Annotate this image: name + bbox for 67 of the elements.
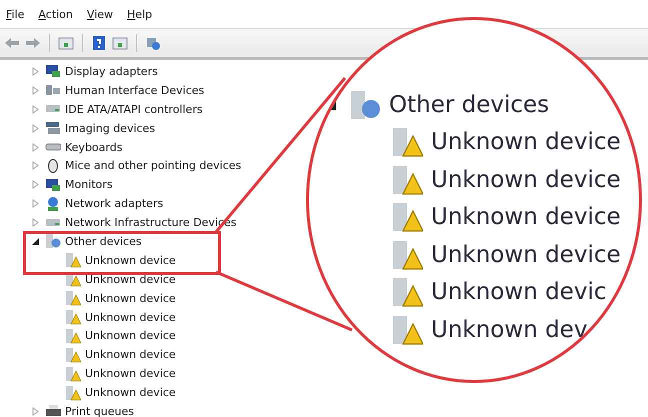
tree-item[interactable]: Unknown device (85, 272, 176, 286)
tree-item[interactable]: Human Interface Devices (65, 84, 204, 97)
tree-item[interactable]: Print queues (65, 404, 134, 417)
window-icon[interactable] (58, 35, 74, 51)
expand-arrow-icon[interactable] (30, 160, 41, 172)
warning-device-icon (391, 314, 423, 346)
expand-arrow-icon[interactable] (30, 84, 41, 96)
tree-item[interactable]: Unknown device (85, 386, 176, 400)
warning-device-icon (65, 384, 81, 401)
menu-item[interactable]: View (86, 8, 114, 20)
tree-item: Unknown device (431, 129, 621, 156)
tree-item[interactable]: Network adapters (65, 197, 164, 210)
scanner-icon (45, 120, 61, 136)
tree-item[interactable]: Unknown device (85, 348, 176, 362)
menu-item[interactable]: Action (38, 8, 73, 20)
tree-item[interactable]: Monitors (65, 178, 113, 192)
collapse-arrow-icon[interactable] (30, 236, 41, 247)
tree-item[interactable]: Display adapters (65, 64, 158, 78)
tree-item: Unknown device (431, 204, 621, 230)
tree-item[interactable]: Other devices (65, 234, 142, 248)
expand-arrow-icon[interactable] (30, 217, 41, 228)
warning-device-icon (65, 252, 81, 268)
warning-device-icon (391, 238, 423, 271)
tree-item[interactable]: Unknown device (85, 310, 176, 324)
warning-device-icon (65, 328, 81, 344)
warning-device-icon (65, 366, 81, 382)
tree-item[interactable]: IDE ATA/ATAPI controllers (65, 102, 203, 116)
mouse-icon (45, 158, 61, 174)
expand-arrow-icon[interactable] (30, 122, 41, 134)
network-icon (45, 196, 61, 212)
expand-arrow-icon[interactable] (30, 198, 41, 210)
warning-device-icon (65, 346, 81, 363)
back-arrow-icon[interactable] (4, 35, 20, 51)
device-question-icon (349, 88, 381, 121)
help-icon[interactable] (91, 35, 107, 51)
scan-hardware-icon[interactable] (145, 35, 161, 51)
warning-device-icon (391, 126, 423, 158)
tree-item: Unknown dev (431, 316, 588, 343)
tree-item[interactable]: Unknown device (85, 292, 176, 305)
expand-arrow-icon[interactable] (30, 104, 41, 115)
tree-item[interactable]: Imaging devices (65, 122, 156, 135)
tree-item[interactable]: Mice and other pointing devices (65, 159, 242, 172)
printer-icon (45, 403, 61, 417)
expand-arrow-icon[interactable] (30, 66, 41, 77)
tree-item[interactable]: Keyboards (65, 140, 122, 154)
expand-arrow-icon[interactable] (30, 142, 41, 152)
tree-item[interactable]: Unknown device (85, 329, 176, 342)
window-icon[interactable] (112, 35, 128, 51)
warning-device-icon (65, 290, 81, 306)
expand-arrow-icon[interactable] (30, 406, 41, 417)
tree-item: Unknown devic (431, 279, 606, 306)
tree-item: Unknown device (431, 166, 621, 193)
warning-device-icon (391, 276, 423, 308)
tree-item[interactable]: Unknown device (85, 367, 176, 380)
monitor-icon (45, 176, 61, 193)
monitor-icon (45, 63, 61, 80)
tree-item[interactable]: Unknown device (85, 254, 176, 267)
warning-device-icon (391, 164, 423, 196)
menu-item[interactable]: Help (127, 8, 152, 20)
warning-device-icon (65, 309, 81, 326)
warning-device-icon (391, 201, 423, 234)
tree-item: Other devices (389, 92, 550, 118)
expand-arrow-icon[interactable] (30, 179, 41, 190)
tree-item: Unknown device (431, 242, 621, 268)
menu-item[interactable]: File (6, 8, 24, 20)
device-question-icon (45, 233, 61, 250)
forward-arrow-icon[interactable] (25, 35, 41, 51)
